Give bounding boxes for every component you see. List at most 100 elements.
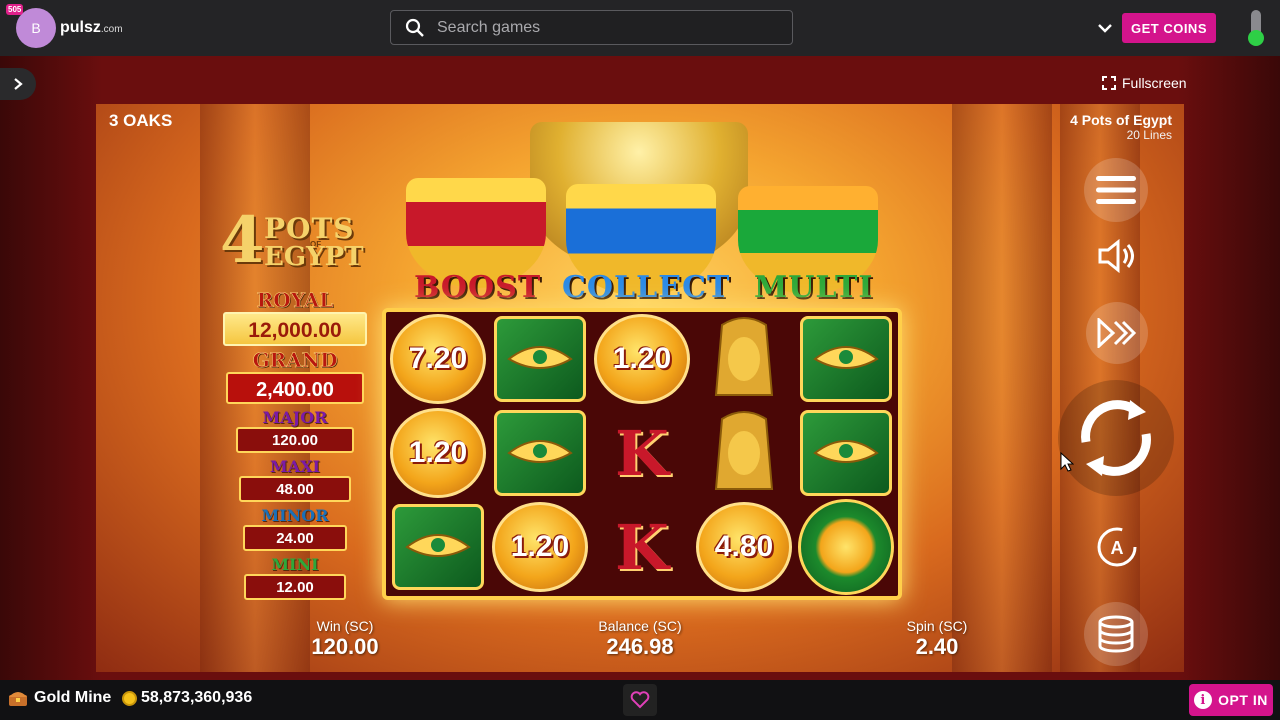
background-pillar xyxy=(952,104,1052,672)
sidebar-toggle-button[interactable] xyxy=(0,68,36,100)
boost-label: BOOST xyxy=(414,270,542,305)
reel-cell xyxy=(492,408,588,498)
logo-egypt: EGYPT xyxy=(264,242,364,272)
game-title-block: 4 Pots of Egypt 20 Lines xyxy=(1070,112,1172,142)
coin-symbol: 1.20 xyxy=(492,502,588,592)
opt-in-label: OPT IN xyxy=(1218,692,1268,708)
eye-of-horus-icon xyxy=(494,410,586,496)
gold-coin-balance-value: 58,873,360,936 xyxy=(141,689,253,706)
fast-forward-icon xyxy=(1097,318,1137,348)
eye-glyph xyxy=(507,440,573,463)
eye-of-horus-icon xyxy=(392,504,484,590)
reel-cell xyxy=(798,408,894,498)
reel-cell: 7.20 xyxy=(390,314,486,404)
fullscreen-label: Fullscreen xyxy=(1122,75,1187,91)
spin-display: Spin (SC) 2.40 xyxy=(896,618,978,660)
avatar-initial: B xyxy=(31,20,41,36)
pharaoh-glyph xyxy=(714,317,774,396)
reel-cell xyxy=(390,502,486,592)
eye-glyph xyxy=(813,440,879,463)
spin-bet-value: 2.40 xyxy=(915,634,959,659)
bottom-status-bar: Gold Mine 58,873,360,936 i OPT IN xyxy=(0,680,1280,720)
get-coins-button[interactable]: GET COINS xyxy=(1122,13,1216,43)
autoplay-button[interactable]: A xyxy=(1086,516,1148,578)
mouse-cursor-icon xyxy=(1060,452,1074,472)
balance-value: 246.98 xyxy=(606,634,674,659)
speaker-icon xyxy=(1098,239,1134,273)
collect-label: COLLECT xyxy=(562,270,731,305)
game-title: 4 Pots of Egypt xyxy=(1070,112,1172,128)
search-icon xyxy=(405,18,424,37)
slot-game-canvas[interactable]: 3 OAKS 4 Pots of Egypt 20 Lines 4 POTS O… xyxy=(96,104,1184,672)
level-badge: 505 xyxy=(6,4,24,15)
fullscreen-button[interactable]: Fullscreen xyxy=(1102,75,1187,91)
jackpot-panel: ROYAL 12,000.00 GRAND 2,400.00 MAJOR 120… xyxy=(222,288,368,600)
paylines-count: 20 Lines xyxy=(1126,128,1172,142)
jackpot-major-value: 120.00 xyxy=(236,427,354,453)
game-logo: 4 POTS OF EGYPT xyxy=(220,208,370,278)
jackpot-minor-value: 24.00 xyxy=(243,525,347,551)
game-provider: 3 OAKS xyxy=(109,111,173,130)
gold-mine-label: Gold Mine xyxy=(34,689,112,706)
logo-number: 4 xyxy=(220,203,265,278)
spin-bet-label: Spin (SC) xyxy=(906,618,968,634)
eye-glyph xyxy=(507,346,573,369)
jackpot-maxi-value: 48.00 xyxy=(239,476,351,502)
turbo-button[interactable] xyxy=(1086,302,1148,364)
reel-cell xyxy=(492,314,588,404)
brand-name: pulsz.com xyxy=(60,19,123,37)
reel-cell xyxy=(696,408,792,498)
user-avatar[interactable]: 505 B xyxy=(6,4,56,48)
eye-glyph xyxy=(405,534,471,557)
k-symbol: K xyxy=(615,416,669,490)
spin-arrows-icon xyxy=(1081,400,1151,476)
brand-suffix: .com xyxy=(100,24,123,35)
status-indicator xyxy=(1248,10,1264,46)
gold-coin-balance: 58,873,360,936 xyxy=(122,689,252,707)
win-value: 120.00 xyxy=(311,634,379,659)
jackpot-mini-label: MINI xyxy=(271,555,319,574)
gold-mine-link[interactable]: Gold Mine xyxy=(8,689,111,707)
hamburger-icon xyxy=(1096,176,1136,204)
reel-cell: 1.20 xyxy=(594,314,690,404)
bet-button[interactable] xyxy=(1084,602,1148,666)
coin-symbol: 1.20 xyxy=(594,314,690,404)
reel-cell: 1.20 xyxy=(492,502,588,592)
win-label: Win (SC) xyxy=(316,618,374,634)
svg-text:A: A xyxy=(1111,538,1124,558)
eye-glyph xyxy=(813,346,879,369)
eye-of-horus-icon xyxy=(800,410,892,496)
jackpot-royal-value: 12,000.00 xyxy=(223,312,367,346)
jackpot-major-label: MAJOR xyxy=(262,408,328,427)
info-icon: i xyxy=(1194,691,1213,709)
chevron-down-icon[interactable] xyxy=(1095,18,1115,38)
reel-cell: 4.80 xyxy=(696,502,792,592)
sound-button[interactable] xyxy=(1092,232,1140,280)
jackpot-mini-value: 12.00 xyxy=(244,574,346,600)
jackpot-grand-value: 2,400.00 xyxy=(226,372,364,404)
opt-in-button[interactable]: i OPT IN xyxy=(1189,684,1273,716)
green-sun-coin-icon xyxy=(798,499,894,595)
gold-coin-icon xyxy=(122,690,137,706)
multi-label: MULTI xyxy=(754,270,874,305)
pots-area: BOOST COLLECT MULTI xyxy=(402,122,886,312)
chevron-right-icon xyxy=(14,78,23,90)
reel-cell: 1.20 xyxy=(390,408,486,498)
game-stage: Fullscreen 3 OAKS 4 Pots of Egypt 20 Lin… xyxy=(0,56,1280,680)
search-input[interactable] xyxy=(437,18,757,37)
balance-label: Balance (SC) xyxy=(598,618,682,634)
brand-name-text: pulsz xyxy=(60,19,101,36)
coin-symbol: 4.80 xyxy=(696,502,792,592)
jackpot-royal-label: ROYAL xyxy=(256,288,334,313)
fullscreen-icon xyxy=(1102,76,1116,90)
pharaoh-glyph xyxy=(714,411,774,490)
favorite-button[interactable] xyxy=(623,684,657,716)
coin-stack-icon xyxy=(1098,615,1134,653)
menu-button[interactable] xyxy=(1084,158,1148,222)
reel-cell xyxy=(798,314,894,404)
search-box[interactable] xyxy=(390,10,793,45)
spin-button[interactable] xyxy=(1058,380,1174,496)
coin-symbol: 7.20 xyxy=(390,314,486,404)
balance-display: Balance (SC) 246.98 xyxy=(584,618,696,660)
site-logo[interactable]: 505 B pulsz.com xyxy=(6,4,123,50)
